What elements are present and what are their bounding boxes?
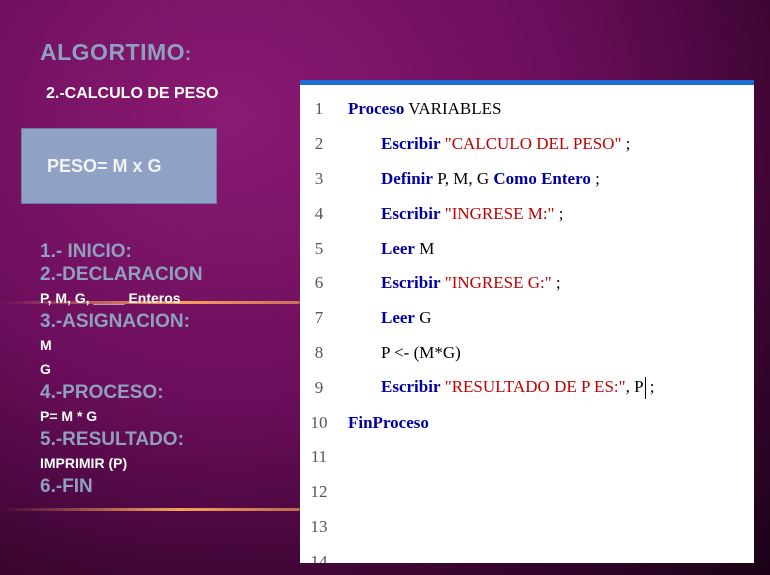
code-line: 5 Leer M <box>300 231 754 266</box>
code-keyword: FinProceso <box>348 412 429 432</box>
step-title: 3.-ASIGNACION: <box>40 311 190 332</box>
step-title: 1.- INICIO: <box>40 241 132 262</box>
code-text: P <- (M*G) <box>338 343 461 363</box>
code-keyword: Como Entero <box>493 168 591 188</box>
line-number: 7 <box>314 308 324 328</box>
line-number: 1 <box>314 99 324 119</box>
code-token: P <- (M*G) <box>381 342 461 362</box>
code-text: FinProceso <box>338 413 429 433</box>
code-text: Proceso VARIABLES <box>338 99 502 119</box>
line-number: 6 <box>314 273 324 293</box>
line-number: 8 <box>314 342 324 362</box>
code-line: 2 Escribir "CALCULO DEL PESO" ; <box>300 127 754 162</box>
code-string: "CALCULO DEL PESO" <box>444 134 622 154</box>
code-token: G <box>414 308 432 328</box>
code-token: ; <box>621 134 631 154</box>
formula-text: PESO= M x G <box>47 155 162 176</box>
code-keyword: Escribir <box>381 273 441 293</box>
code-keyword: Escribir <box>381 376 441 396</box>
code-line: 7 Leer G <box>300 301 754 336</box>
code-token: ; <box>554 203 564 223</box>
code-text: Leer M <box>338 239 434 259</box>
code-text: Escribir "INGRESE M:" ; <box>338 204 563 224</box>
code-keyword: Definir <box>381 168 433 188</box>
code-text: Definir P, M, G Como Entero ; <box>338 169 600 189</box>
line-number: 4 <box>314 203 324 223</box>
code-string: "INGRESE M:" <box>444 203 555 223</box>
slide-title: ALGORTIMO: <box>40 39 192 65</box>
code-line: 8 P <- (M*G) <box>300 336 754 371</box>
slide-subtitle: 2.-CALCULO DE PESO <box>46 85 219 102</box>
code-text: Escribir "CALCULO DEL PESO" ; <box>338 134 630 154</box>
code-string: "INGRESE G:" <box>444 273 552 293</box>
code-token: VARIABLES <box>404 99 502 119</box>
step-title: 4.-PROCESO: <box>40 382 164 403</box>
line-number: 11 <box>310 447 328 467</box>
line-number: 10 <box>310 412 328 432</box>
code-line: 11 <box>300 440 754 475</box>
line-number: 2 <box>314 134 324 154</box>
code-keyword: Leer <box>381 308 415 328</box>
code-text: Leer G <box>338 308 432 328</box>
code-line: 3 Definir P, M, G Como Entero ; <box>300 162 754 197</box>
code-line: 12 <box>300 475 754 510</box>
code-keyword: Leer <box>381 238 415 258</box>
code-token: ; <box>645 376 655 396</box>
code-line: 9 Escribir "RESULTADO DE P ES:", P ; <box>300 370 754 405</box>
line-number: 3 <box>314 168 324 188</box>
formula-box: PESO= M x G <box>21 128 217 204</box>
decorative-glow-line <box>0 508 300 511</box>
code-line: 14 <box>300 544 754 563</box>
code-keyword: Escribir <box>381 203 441 223</box>
step-title: 6.-FIN <box>40 476 93 497</box>
code-keyword: Proceso <box>348 99 405 119</box>
algorithm-steps: 1.- INICIO: 2.-DECLARACION P, M, G, ____ E… <box>40 240 203 498</box>
code-editor[interactable]: 1 Proceso VARIABLES 2 Escribir "CALCULO DEL… <box>300 80 754 563</box>
code-token: , P <box>625 376 644 396</box>
line-number: 5 <box>314 238 324 258</box>
line-number: 14 <box>310 551 328 563</box>
code-token: ; <box>590 168 600 188</box>
line-number: 9 <box>314 377 324 397</box>
step-detail: M <box>40 337 52 353</box>
step-detail: P= M * G <box>40 408 98 424</box>
code-text: Escribir "INGRESE G:" ; <box>338 273 561 293</box>
step-detail: G <box>40 361 51 377</box>
code-line: 4 Escribir "INGRESE M:" ; <box>300 196 754 231</box>
code-token: ; <box>551 273 561 293</box>
line-number: 13 <box>310 516 328 536</box>
step-detail: IMPRIMIR (P) <box>40 455 128 471</box>
step-title: 5.-RESULTADO: <box>40 429 184 450</box>
step-detail: P, M, G, ____ Enteros <box>40 290 181 306</box>
code-keyword: Escribir <box>381 134 441 154</box>
step-title: 2.-DECLARACION <box>40 264 203 285</box>
code-line: 10 FinProceso <box>300 405 754 440</box>
code-token: P, M, G <box>432 168 494 188</box>
code-string: "RESULTADO DE P ES:" <box>444 376 626 396</box>
code-text: Escribir "RESULTADO DE P ES:", P ; <box>338 377 655 399</box>
line-number: 12 <box>310 482 328 502</box>
code-token: M <box>414 238 435 258</box>
code-line: 6 Escribir "INGRESE G:" ; <box>300 266 754 301</box>
code-line: 1 Proceso VARIABLES <box>300 92 754 127</box>
code-line: 13 <box>300 510 754 545</box>
